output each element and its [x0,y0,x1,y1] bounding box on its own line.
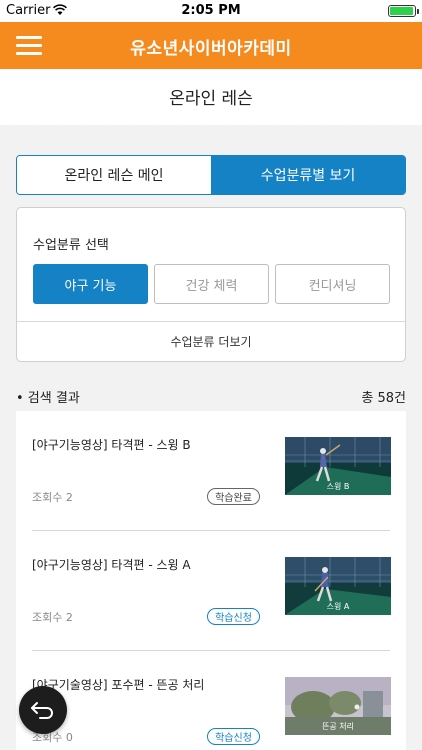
back-button[interactable] [19,686,67,734]
battery-icon [388,5,419,17]
results-list: [야구기능영상] 타격편 - 스윙 B 조회수 2 학습완료 스윙 B [야구기… [16,411,406,750]
status-badge[interactable]: 학습신청 [207,728,260,745]
list-item[interactable]: [야구기술영상] 포수편 - 뜬공 처리 조회수 0 학습신청 뜬공 처리 [16,651,406,750]
results-label: • 검색 결과 [16,391,80,406]
video-thumbnail: 스윙 A [285,557,391,615]
thumbnail-caption: 스윙 B [326,482,350,491]
category-health-fitness-button[interactable]: 건강 체력 [154,264,269,304]
tab-online-lesson-main[interactable]: 온라인 레슨 메인 [17,156,211,194]
item-title: [야구기능영상] 타격편 - 스윙 A [32,558,191,572]
category-baseball-skill-button[interactable]: 야구 기능 [33,264,148,304]
tab-bar: 온라인 레슨 메인 수업분류별 보기 [16,155,406,195]
results-count: 총 58건 [361,391,406,406]
tab-by-category[interactable]: 수업분류별 보기 [211,156,405,194]
status-badge[interactable]: 학습신청 [207,608,260,625]
category-title: 수업분류 선택 [33,238,109,253]
video-thumbnail: 스윙 B [285,437,391,495]
item-title: [야구기능영상] 타격편 - 스윙 B [32,438,191,452]
divider [17,321,405,322]
list-item[interactable]: [야구기능영상] 타격편 - 스윙 A 조회수 2 학습신청 스윙 A [16,531,406,651]
page-title-area: 온라인 레슨 [0,69,422,125]
zigzag-divider [0,118,422,126]
more-categories-button[interactable]: 수업분류 더보기 [17,333,405,350]
clock: 2:05 PM [181,3,241,18]
category-panel: 수업분류 선택 야구 기능 건강 체력 컨디셔닝 수업분류 더보기 [16,207,406,362]
app-header: 유소년사이버아카데미 [0,22,422,69]
status-badge: 학습완료 [207,488,260,505]
category-conditioning-button[interactable]: 컨디셔닝 [275,264,390,304]
thumbnail-caption: 뜬공 처리 [322,722,354,731]
thumbnail-caption: 스윙 A [326,602,350,611]
app-logo: 유소년사이버아카데미 [130,39,292,59]
status-bar: Carrier 2:05 PM [0,0,422,22]
item-views: 조회수 2 [32,611,73,624]
page-title: 온라인 레슨 [169,89,253,109]
back-arrow-icon [31,702,53,719]
item-views: 조회수 2 [32,491,73,504]
list-item[interactable]: [야구기능영상] 타격편 - 스윙 B 조회수 2 학습완료 스윙 B [16,411,406,531]
video-thumbnail: 뜬공 처리 [285,677,391,735]
